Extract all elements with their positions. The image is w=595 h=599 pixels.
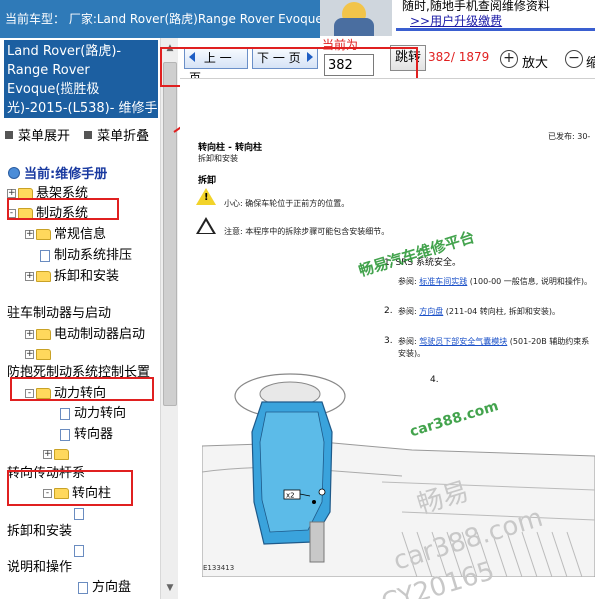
- tree-item[interactable]: +: [43, 445, 72, 465]
- document-viewer: 已发布: 30- 转向柱 - 转向柱 拆卸和安装 拆卸 ! 小心: 确保车轮位于…: [180, 78, 595, 599]
- tree-item[interactable]: 动力转向: [60, 404, 126, 424]
- highlight-brake-system: [7, 198, 119, 220]
- tree-item-label: 拆卸和安装: [7, 524, 73, 539]
- section-heading: 拆卸: [198, 176, 217, 186]
- tree-item-label: 拆卸和安装: [54, 269, 120, 284]
- tree-item[interactable]: [74, 541, 88, 561]
- tree-item-label: 动力转向: [74, 406, 127, 421]
- step-3-ref-cont: 安装)。: [398, 349, 426, 358]
- tree-item[interactable]: 说明和操作: [7, 558, 72, 578]
- highlight-power-steering: [10, 377, 154, 401]
- warning-text: 小心: 确保车轮位于正前方的位置。: [224, 199, 350, 208]
- page-icon: [60, 407, 70, 420]
- step-3-ref: 参阅: 驾驶员下部安全气囊模块 (501-20B 辅助约束系: [398, 337, 590, 346]
- tree-item[interactable]: 驻车制动器与启动: [7, 304, 111, 324]
- tree-item[interactable]: 拆卸和安装: [7, 522, 72, 542]
- globe-icon: [8, 167, 20, 179]
- page-icon: [78, 581, 88, 594]
- page-icon: [74, 507, 84, 520]
- doc-divider: [180, 78, 595, 79]
- scroll-down-icon[interactable]: ▼: [163, 581, 177, 595]
- expand-node-icon[interactable]: +: [43, 450, 52, 459]
- tree-item[interactable]: [74, 504, 88, 524]
- doc-subtitle: 拆卸和安装: [198, 154, 238, 163]
- upgrade-link[interactable]: >>用户升级缴费: [410, 12, 502, 29]
- step-1-ref: 参阅: 标准车间实践 (100-00 一般信息, 说明和操作)。: [398, 277, 593, 286]
- figure-id: E133413: [203, 564, 235, 572]
- page-icon: [40, 249, 50, 262]
- tree-item-label: 常规信息: [54, 227, 107, 242]
- sidebar: Land Rover(路虎)-Range Rover Evoque(揽胜极光)-…: [0, 38, 178, 599]
- tree-item[interactable]: +: [25, 345, 54, 365]
- tree-item[interactable]: 转向器: [60, 425, 113, 445]
- highlight-steering-column: [7, 470, 133, 506]
- page-navigation-bar: 当前为 上 一 页 下 一 页 跳转 382/ 1879 + 放大 − 缩: [160, 38, 595, 87]
- tree-item[interactable]: + 电动制动器启动: [25, 325, 145, 345]
- tree-item-label: 说明和操作: [7, 560, 73, 575]
- car-type-text: 当前车型： 厂家:Land Rover(路虎)Range Rover Evoqu…: [5, 12, 320, 26]
- tree-item-label: 方向盘: [92, 580, 132, 595]
- doc-title: 转向柱 - 转向柱: [198, 143, 263, 153]
- step-2: 2.: [384, 306, 393, 316]
- header-car-type-bar: 当前车型： 厂家:Land Rover(路虎)Range Rover Evoqu…: [0, 0, 320, 38]
- zoom-out-button[interactable]: 缩: [586, 52, 595, 71]
- note-text: 注意: 本程序中的拆除步骤可能包含安装细节。: [224, 227, 390, 236]
- expand-node-icon[interactable]: +: [7, 189, 16, 198]
- tree-title: 当前:维修手册: [8, 163, 107, 182]
- tree-item-label: 转向器: [74, 427, 114, 442]
- callout-label: x2: [286, 492, 295, 500]
- folder-icon: [54, 449, 69, 460]
- menu-expand-button[interactable]: 菜单展开: [18, 125, 70, 144]
- steering-column-illustration: x2: [202, 373, 595, 577]
- expand-node-icon[interactable]: +: [25, 230, 34, 239]
- tree-item-label: 电动制动器启动: [54, 327, 146, 342]
- manual-title: Land Rover(路虎)-Range Rover Evoque(揽胜极光)-…: [4, 40, 158, 118]
- link-airbag-module[interactable]: 驾驶员下部安全气囊模块: [419, 337, 507, 346]
- folder-icon: [36, 329, 51, 340]
- tree-item[interactable]: + 拆卸和安装: [25, 267, 119, 287]
- page-count: 382/ 1879: [428, 50, 490, 64]
- tree-item[interactable]: 制动系统排压: [40, 246, 132, 266]
- expand-icon: [5, 130, 13, 139]
- zoom-in-icon[interactable]: +: [500, 50, 518, 68]
- expand-node-icon[interactable]: +: [25, 330, 34, 339]
- menu-collapse-button[interactable]: 菜单折叠: [97, 125, 149, 144]
- folder-icon: [36, 229, 51, 240]
- tree-item[interactable]: + 常规信息: [25, 225, 106, 245]
- expand-node-icon[interactable]: +: [25, 272, 34, 281]
- step-1: 1. SRS 系统安全。: [384, 258, 462, 268]
- tree-item[interactable]: 方向盘: [78, 578, 131, 598]
- folder-icon: [36, 271, 51, 282]
- link-steering-wheel[interactable]: 方向盘: [419, 307, 443, 316]
- ad-divider: [396, 28, 595, 31]
- mascot-icon: [320, 0, 392, 36]
- header-ad-banner[interactable]: 随时,随地手机查阅维修资料 >>用户升级缴费: [320, 0, 595, 38]
- step-2-ref: 参阅: 方向盘 (211-04 转向柱, 拆卸和安装)。: [398, 307, 561, 316]
- tree-item-label: 驻车制动器与启动: [7, 306, 112, 321]
- link-workshop-practice[interactable]: 标准车间实践: [419, 277, 467, 286]
- zoom-in-button[interactable]: 放大: [522, 52, 548, 71]
- tree-item-label: 制动系统排压: [54, 248, 133, 263]
- published-date: 已发布: 30-: [548, 132, 591, 141]
- collapse-icon: [84, 130, 93, 139]
- folder-icon: [36, 349, 51, 360]
- page-icon: [74, 544, 84, 557]
- menu-controls: 菜单展开 菜单折叠: [5, 125, 149, 144]
- page-icon: [60, 428, 70, 441]
- expand-node-icon[interactable]: +: [25, 350, 34, 359]
- zoom-out-icon[interactable]: −: [565, 50, 583, 68]
- step-3: 3.: [384, 336, 393, 346]
